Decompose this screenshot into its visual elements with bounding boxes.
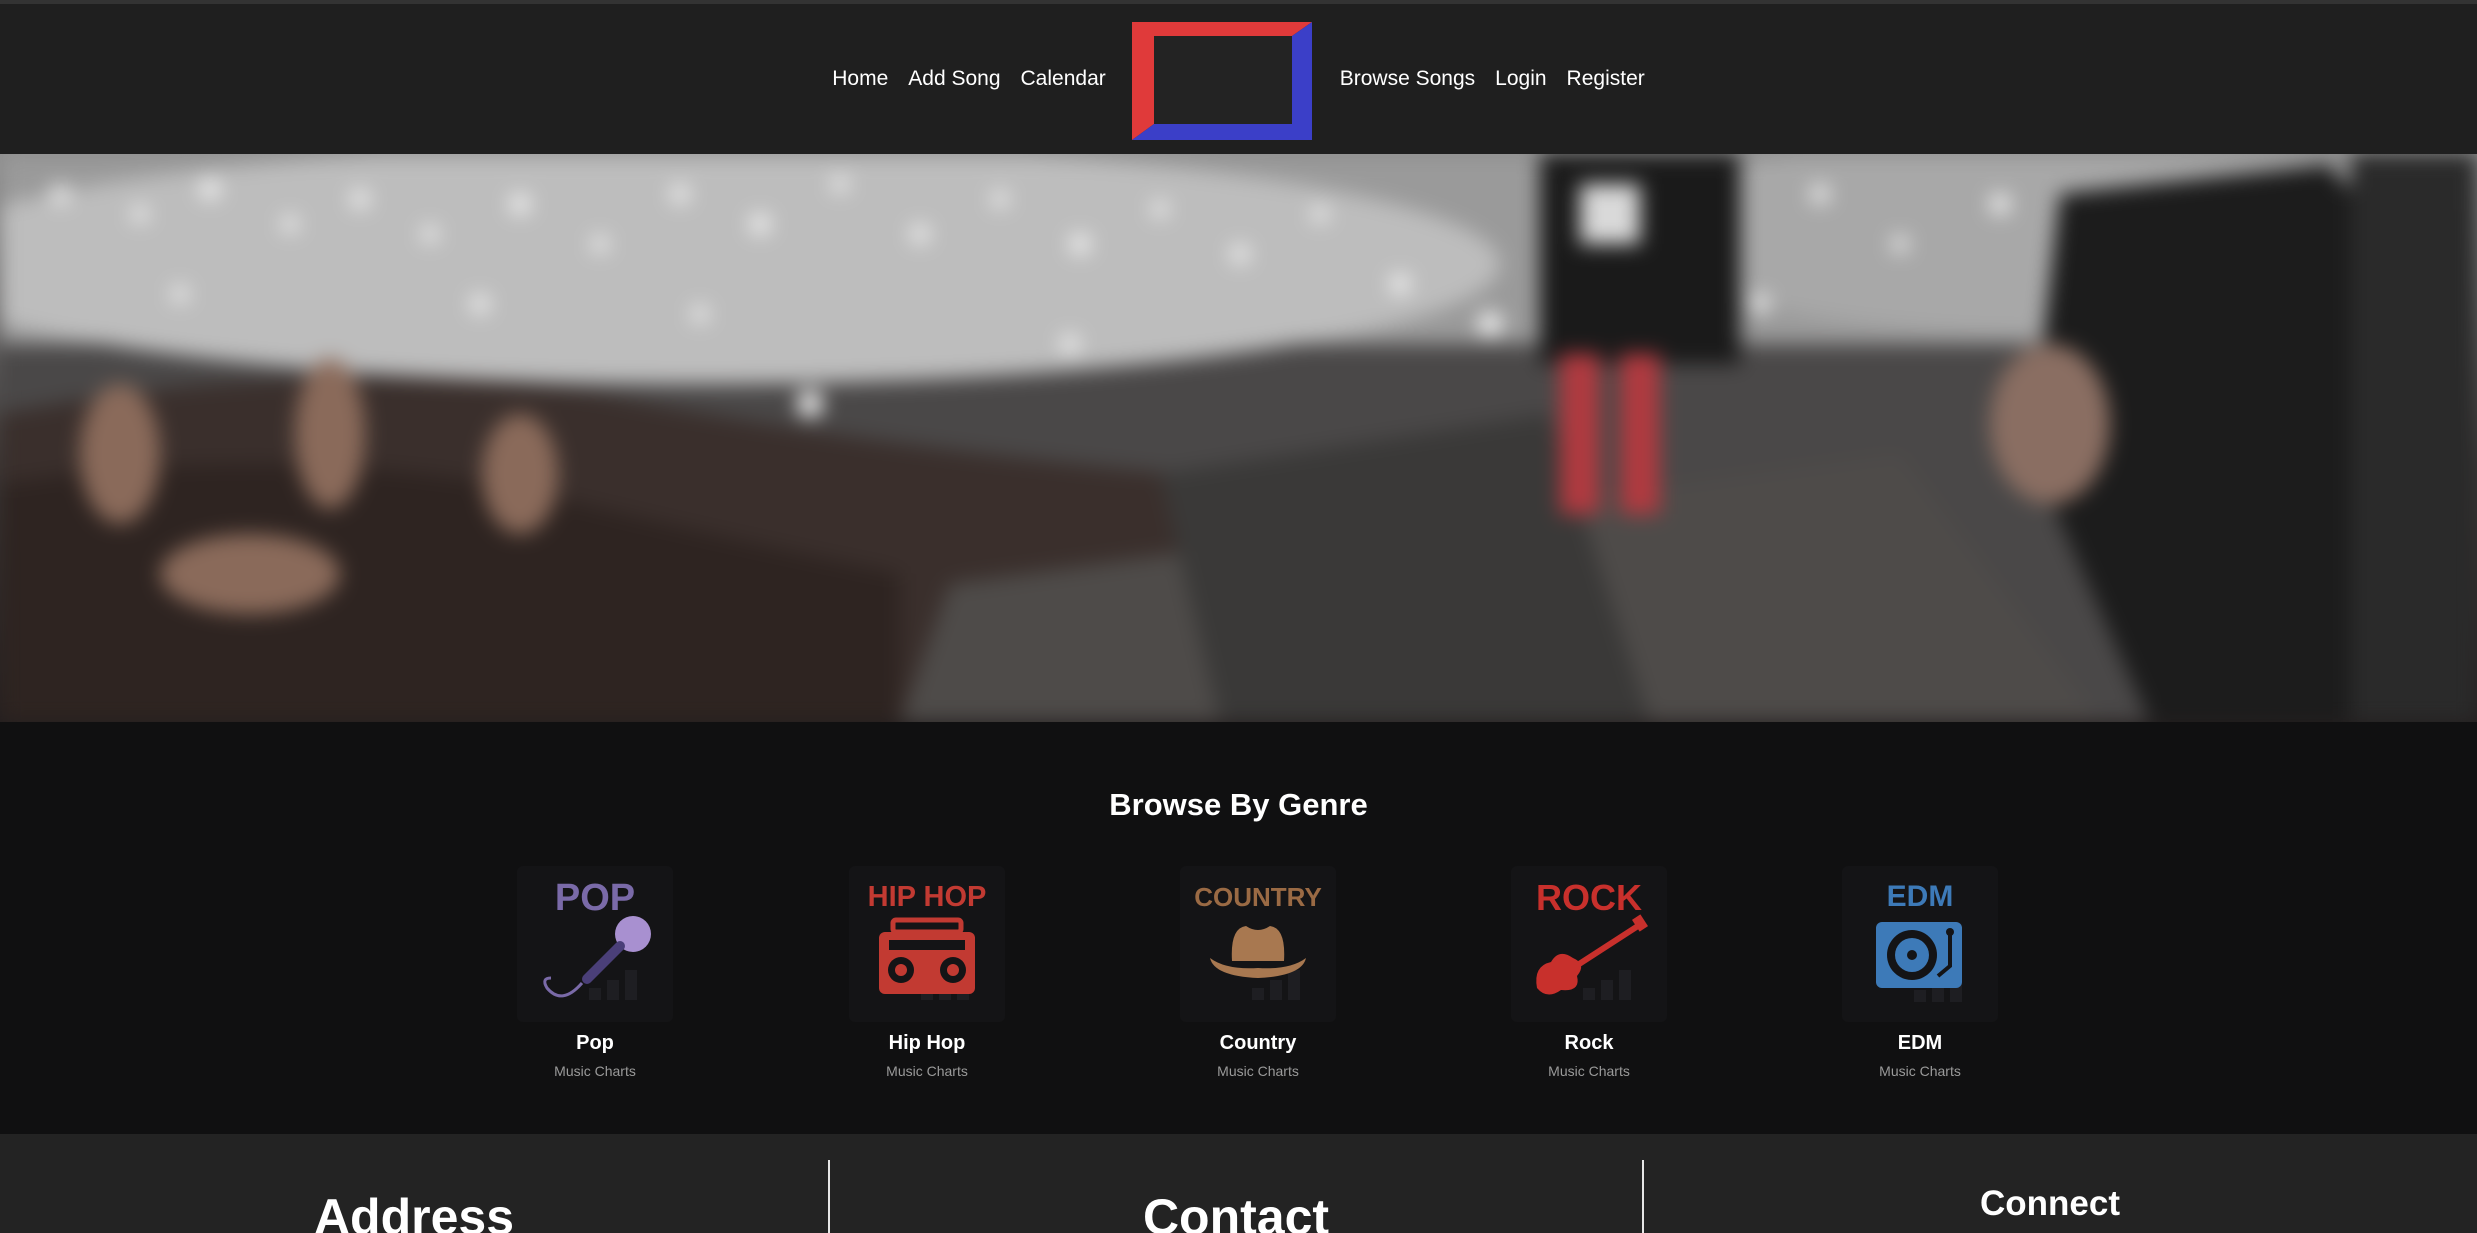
footer: Address Contact Connect xyxy=(0,1134,2477,1233)
genre-card-pop[interactable]: POP Pop Music Charts xyxy=(510,866,680,1079)
site-logo[interactable] xyxy=(1131,22,1312,140)
svg-text:ROCK: ROCK xyxy=(1536,877,1642,918)
svg-text:HIP HOP: HIP HOP xyxy=(868,881,987,913)
nav-home-link[interactable]: Home xyxy=(832,67,888,91)
svg-text:COUNTRY: COUNTRY xyxy=(1194,882,1322,912)
footer-connect-column: Connect xyxy=(1644,1134,2456,1233)
turntable-icon[interactable]: EDM xyxy=(1842,866,1998,1022)
cowboy-hat-icon[interactable]: COUNTRY xyxy=(1180,866,1336,1022)
microphone-icon[interactable]: POP xyxy=(517,866,673,1022)
nav-browse-songs-link[interactable]: Browse Songs xyxy=(1340,67,1475,91)
navbar: Home Add Song Calendar Browse Songs Logi… xyxy=(0,4,2477,154)
electric-guitar-icon[interactable]: ROCK xyxy=(1511,866,1667,1022)
genre-subtitle: Music Charts xyxy=(554,1063,636,1079)
nav-left: Home Add Song Calendar xyxy=(832,67,1106,91)
nav-add-song-link[interactable]: Add Song xyxy=(908,67,1000,91)
genre-subtitle: Music Charts xyxy=(1217,1063,1299,1079)
nav-calendar-link[interactable]: Calendar xyxy=(1021,67,1106,91)
contact-heading: Contact xyxy=(1142,1189,1330,1233)
section-title: Browse By Genre xyxy=(1109,787,1368,822)
genre-card-country[interactable]: COUNTRY Country Music Charts xyxy=(1173,866,1343,1079)
nav-register-link[interactable]: Register xyxy=(1567,67,1645,91)
genre-card-edm[interactable]: EDM EDM Music Charts xyxy=(1835,866,2005,1079)
genre-subtitle: Music Charts xyxy=(1879,1063,1961,1079)
boombox-icon[interactable]: HIP HOP xyxy=(849,866,1005,1022)
footer-contact-column: Contact xyxy=(830,1134,1642,1233)
genre-subtitle: Music Charts xyxy=(1548,1063,1630,1079)
svg-text:POP: POP xyxy=(555,877,635,919)
nav-login-link[interactable]: Login xyxy=(1495,67,1546,91)
footer-address-column: Address xyxy=(0,1134,828,1233)
hero-concert-image xyxy=(0,154,2477,722)
connect-heading: Connect xyxy=(1980,1184,2120,1223)
address-heading: Address xyxy=(313,1189,515,1233)
nav-right: Browse Songs Login Register xyxy=(1340,67,1645,91)
genre-name: Pop xyxy=(576,1032,614,1054)
genre-name: EDM xyxy=(1897,1032,1943,1054)
genre-name: Rock xyxy=(1564,1032,1614,1054)
genre-subtitle: Music Charts xyxy=(886,1063,968,1079)
svg-text:EDM: EDM xyxy=(1887,880,1954,913)
genre-card-hip-hop[interactable]: HIP HOP Hip Hop Music Charts xyxy=(842,866,1012,1079)
genre-name: Country xyxy=(1219,1032,1297,1054)
genre-name: Hip Hop xyxy=(888,1032,966,1054)
browse-by-genre-section: Browse By Genre POP Pop Music Charts HIP… xyxy=(0,722,2477,1136)
genre-card-rock[interactable]: ROCK Rock Music Charts xyxy=(1504,866,1674,1079)
